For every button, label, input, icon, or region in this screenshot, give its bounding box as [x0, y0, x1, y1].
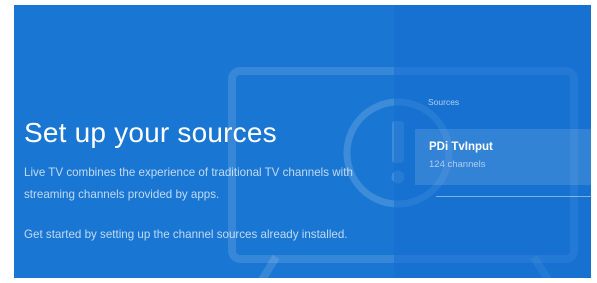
sources-divider: [436, 196, 591, 197]
setup-instruction: Get started by setting up the channel so…: [24, 228, 348, 241]
source-channel-count: 124 channels: [429, 159, 486, 170]
page-title: Set up your sources: [24, 117, 277, 148]
setup-description: Live TV combines the experience of tradi…: [24, 166, 353, 201]
tv-setup-screen: Set up your sources Live TV combines the…: [14, 5, 591, 278]
source-name: PDi TvInput: [429, 141, 493, 153]
source-item-pdi-tvinput[interactable]: PDi TvInput 124 channels: [415, 129, 591, 185]
sources-heading: Sources: [428, 97, 460, 107]
